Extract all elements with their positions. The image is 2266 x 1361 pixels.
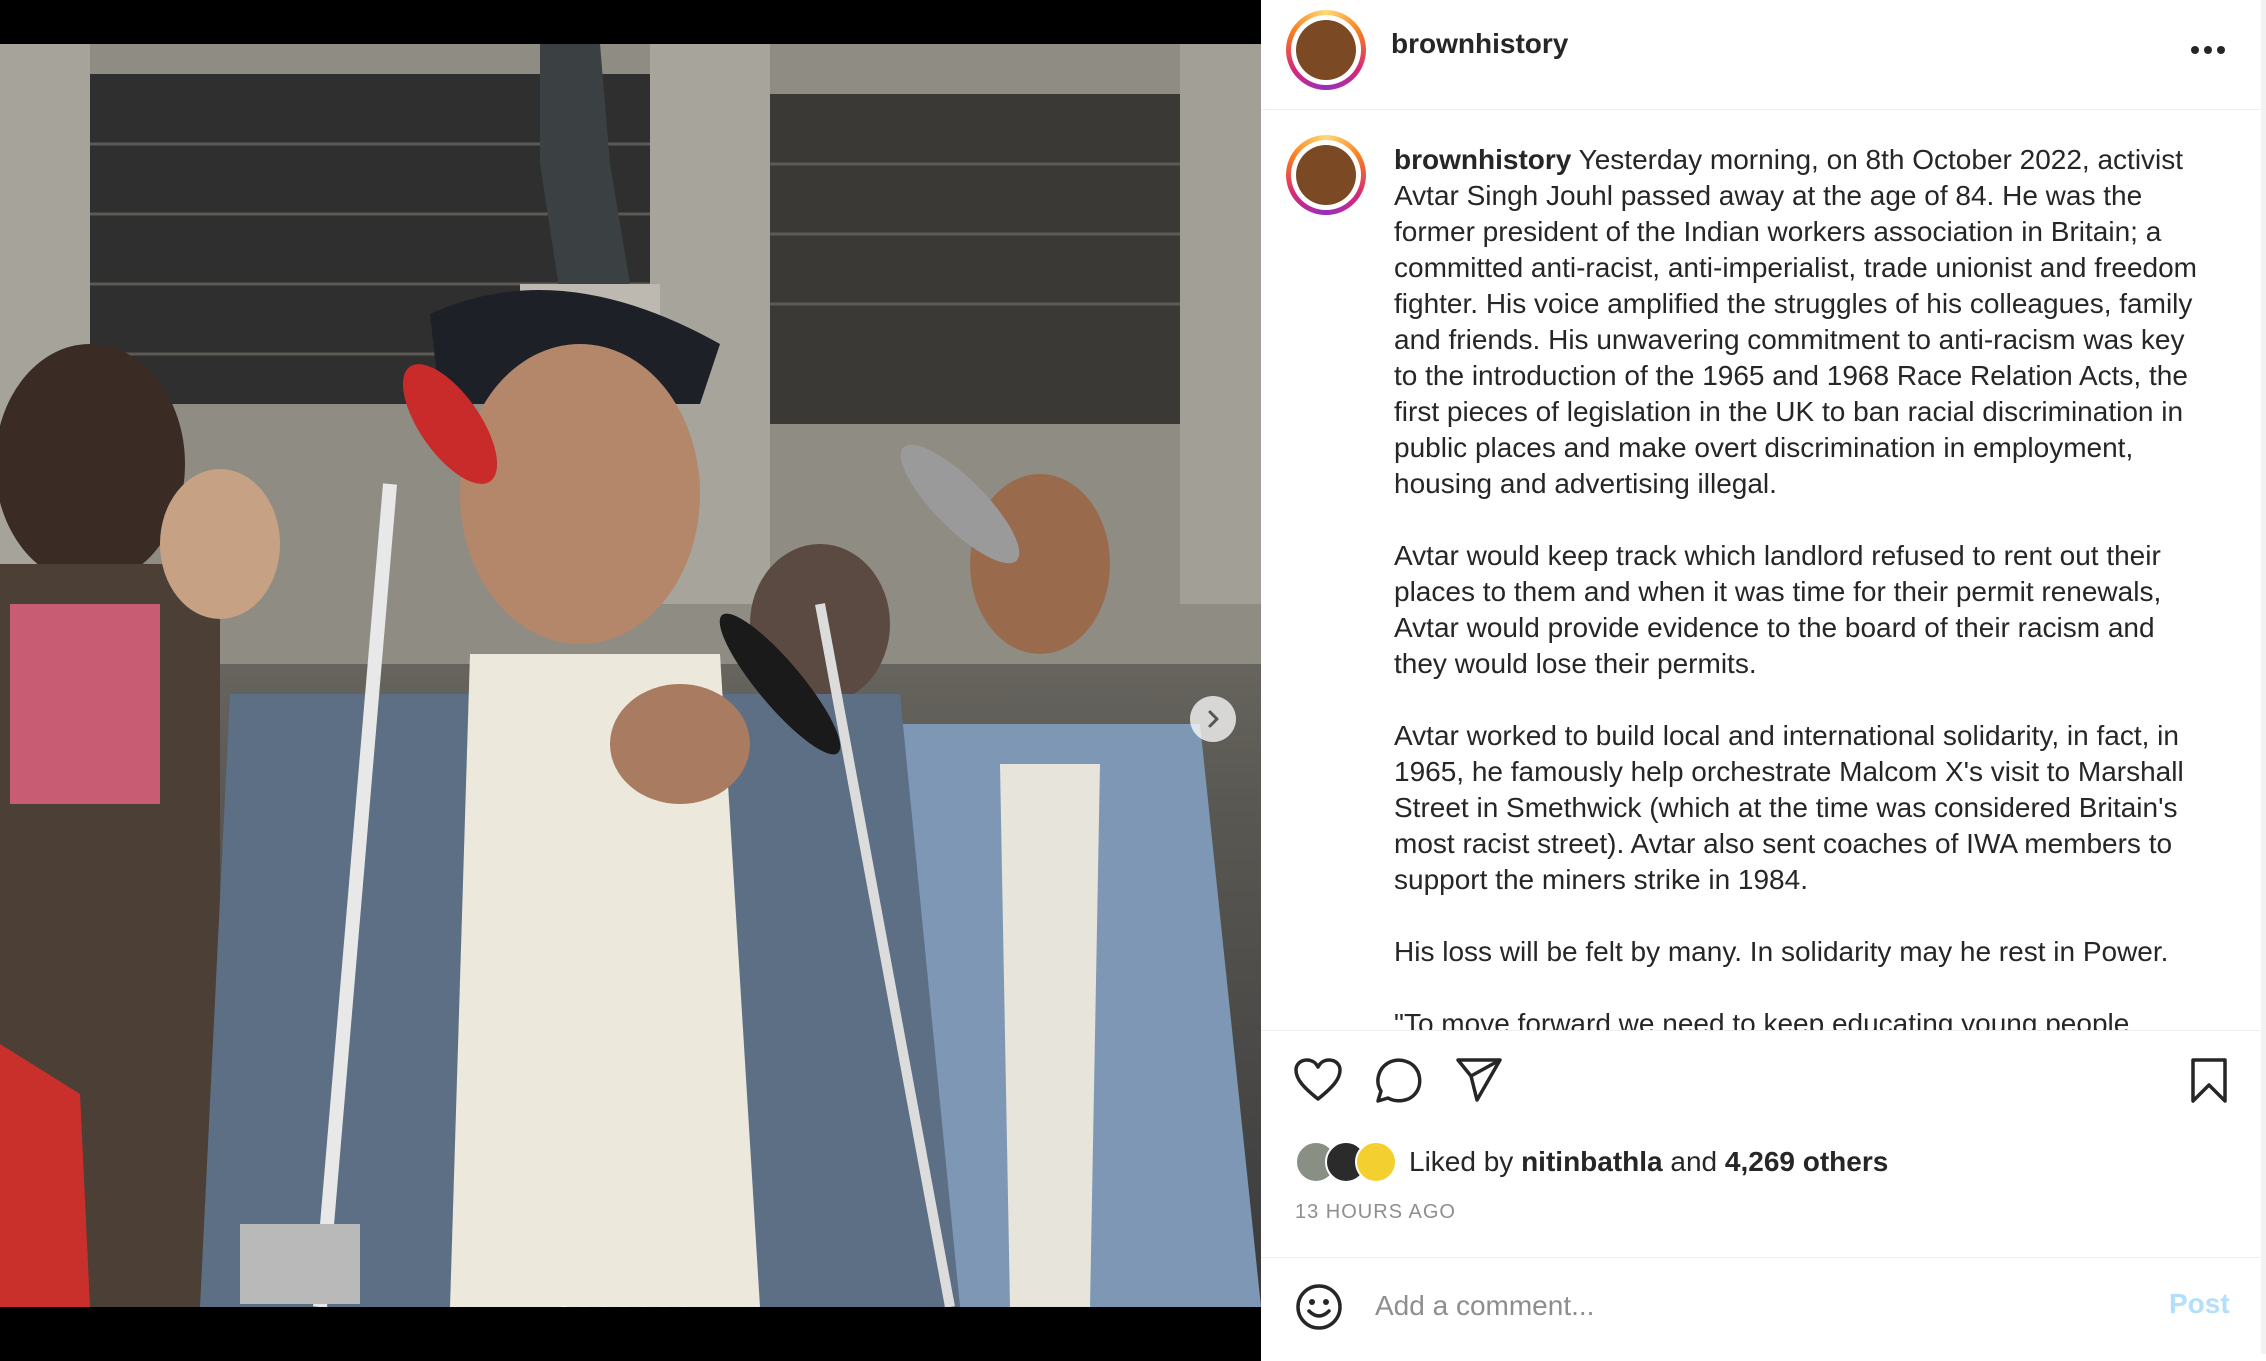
- header-username[interactable]: brownhistory: [1391, 28, 1568, 60]
- carousel-dot: [558, 1306, 570, 1307]
- post-details-panel: brownhistory brownhistory Yesterday morn…: [1261, 0, 2266, 1361]
- caption: brownhistory Yesterday morning, on 8th O…: [1394, 142, 2214, 1030]
- caption-username[interactable]: brownhistory: [1394, 144, 1571, 175]
- bookmark-icon: [2191, 1058, 2227, 1103]
- photo-illustration: [0, 44, 1261, 1307]
- save-button[interactable]: [2189, 1057, 2229, 1110]
- carousel-dot: [658, 1306, 670, 1307]
- post-comment-button[interactable]: Post: [2169, 1288, 2230, 1320]
- carousel-dot: [578, 1306, 590, 1307]
- caption-paragraph-3: Avtar worked to build local and internat…: [1394, 720, 2192, 895]
- emoji-button[interactable]: [1295, 1283, 1343, 1336]
- caption-paragraph-2: Avtar would keep track which landlord re…: [1394, 540, 2169, 679]
- caption-paragraph-1: Yesterday morning, on 8th October 2022, …: [1394, 144, 2205, 499]
- comment-button[interactable]: [1373, 1057, 1423, 1110]
- share-icon: [1456, 1058, 1502, 1102]
- author-avatar[interactable]: [1286, 10, 1366, 90]
- carousel-dot: [598, 1306, 610, 1307]
- likes-prefix: Liked by: [1409, 1146, 1514, 1177]
- caption-area: brownhistory Yesterday morning, on 8th O…: [1261, 110, 2266, 1030]
- likes-conjunction: and: [1670, 1146, 1718, 1177]
- chevron-right-icon: [1208, 710, 1219, 728]
- more-options-icon: [2191, 46, 2225, 54]
- caption-paragraph-4: His loss will be felt by many. In solida…: [1394, 936, 2169, 967]
- likes-others-link[interactable]: 4,269 others: [1725, 1146, 1888, 1177]
- carousel-indicator: [558, 1306, 690, 1307]
- carousel-dot: [618, 1306, 630, 1307]
- post-photo[interactable]: [0, 44, 1261, 1307]
- post-timestamp[interactable]: 13 HOURS AGO: [1295, 1201, 1456, 1224]
- share-button[interactable]: [1455, 1057, 1503, 1108]
- panel-scrollbar[interactable]: [2261, 0, 2266, 1354]
- carousel-dot: [638, 1306, 650, 1307]
- likes-summary[interactable]: Liked by nitinbathla and 4,269 others: [1295, 1139, 1888, 1185]
- heart-icon: [1294, 1058, 1342, 1101]
- next-slide-button[interactable]: [1190, 696, 1236, 742]
- like-button[interactable]: [1293, 1057, 1343, 1108]
- likes-user-link[interactable]: nitinbathla: [1521, 1146, 1663, 1177]
- carousel-dot: [678, 1306, 690, 1307]
- caption-paragraph-5: "To move forward we need to keep educati…: [1394, 1008, 2130, 1030]
- comment-bar: Post: [1261, 1257, 2266, 1355]
- comment-icon: [1376, 1058, 1422, 1103]
- liker-avatar: [1355, 1141, 1397, 1183]
- comment-input[interactable]: [1373, 1280, 2117, 1332]
- emoji-icon: [1296, 1284, 1342, 1330]
- caption-avatar[interactable]: [1286, 135, 1366, 215]
- likes-text: Liked by nitinbathla and 4,269 others: [1409, 1146, 1888, 1178]
- post-media: [0, 0, 1261, 1354]
- post-header: brownhistory: [1261, 0, 2266, 110]
- more-options-button[interactable]: [2188, 32, 2228, 68]
